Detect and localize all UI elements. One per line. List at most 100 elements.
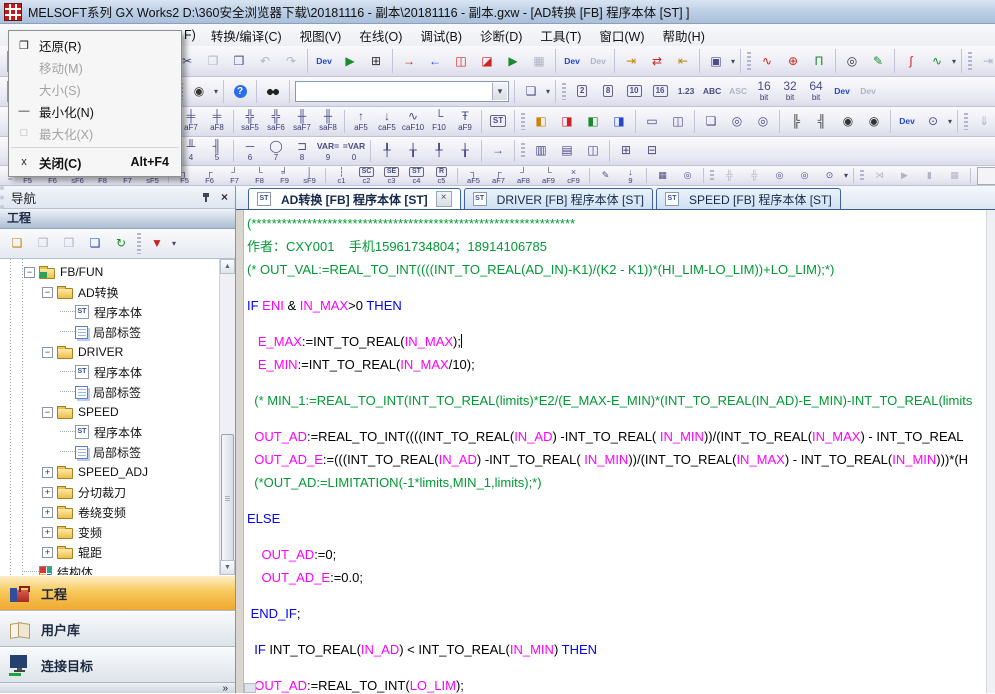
pc-connect-icon[interactable]: ▣	[703, 55, 729, 68]
menu-item-view[interactable]: 视图(V)	[291, 24, 351, 47]
vline-icon[interactable]: │sF9	[297, 168, 322, 184]
dropdown-arrow-icon[interactable]: ▾	[492, 83, 507, 100]
nav-button-user-library[interactable]: 用户库	[0, 611, 235, 647]
edit-block1-icon[interactable]: ▭	[639, 115, 665, 128]
wizard2-icon[interactable]: ╣	[809, 115, 835, 128]
data-info-icon[interactable]: ❏	[82, 237, 108, 250]
display-ascii-icon[interactable]: ASC	[725, 85, 751, 98]
pulse-close-branch-icon[interactable]: ╪aF8	[204, 110, 230, 132]
pulse-trace-icon[interactable]: Π	[806, 55, 832, 68]
list-view2-icon[interactable]: ▤	[554, 144, 580, 157]
close-icon[interactable]: ×	[221, 191, 228, 203]
new-device-icon[interactable]: Dev	[855, 85, 881, 98]
toolbar-grip[interactable]	[137, 233, 141, 253]
io-check-icon[interactable]: ⊞	[363, 55, 389, 68]
find-device2-icon[interactable]: ◎	[750, 115, 776, 128]
display-oct-icon[interactable]: 8	[595, 85, 621, 97]
st-block-icon[interactable]: ST	[485, 115, 511, 127]
list-view1-icon[interactable]: ▥	[528, 144, 554, 157]
sc-block-icon[interactable]: SCc2	[354, 167, 379, 184]
help-icon[interactable]: ?	[227, 85, 253, 98]
time-icon[interactable]: ⊙	[920, 115, 946, 128]
monitor-start-icon[interactable]: ▶	[500, 55, 526, 68]
se-block-icon[interactable]: SEc3	[379, 167, 404, 184]
toolbar-grip[interactable]	[860, 170, 864, 181]
sort-down-icon[interactable]: ↓9	[618, 168, 643, 184]
display-32bit-icon[interactable]: 32bit	[777, 80, 803, 102]
toolbar-grip[interactable]	[964, 113, 968, 130]
menu-item-window[interactable]: 窗口(W)	[590, 24, 653, 47]
sampling-trace2-icon[interactable]: ∿	[924, 55, 950, 68]
ref-loupe1-icon[interactable]: ◎	[767, 171, 792, 180]
editor-vertical-scrollbar[interactable]	[986, 210, 995, 693]
corner4-icon[interactable]: └F8	[247, 168, 272, 184]
corner2-icon[interactable]: ┌F6	[197, 168, 222, 184]
find-in-page-icon[interactable]: ❏	[518, 85, 544, 98]
device-find-icon[interactable]: Dev	[894, 115, 920, 128]
paste-data-icon[interactable]: ❒	[56, 237, 82, 250]
monitor-mode-icon[interactable]: ▶	[337, 55, 363, 68]
device-comment-icon[interactable]: Dev	[311, 55, 337, 68]
tree-item-slitting-cutter[interactable]: +分切裁刀	[0, 482, 220, 502]
device-comment-edit-icon[interactable]: Dev	[829, 85, 855, 98]
r-block-icon[interactable]: Rc5	[429, 167, 454, 184]
tree-item-speed-program[interactable]: ST程序本体	[0, 422, 220, 442]
display-abc-icon[interactable]: ABC	[699, 85, 725, 98]
st-tool4-icon[interactable]: ▦	[942, 171, 967, 180]
toolbar-grip[interactable]	[710, 170, 714, 181]
nav-button-project[interactable]: 工程	[0, 575, 235, 611]
expander-icon[interactable]: +	[42, 467, 53, 478]
wizard1-icon[interactable]: ╠	[783, 115, 809, 128]
tab-ad-conversion[interactable]: STAD转换 [FB] 程序本体 [ST]×	[248, 188, 461, 209]
display-64bit-icon[interactable]: 64bit	[803, 80, 829, 102]
wizard3-icon[interactable]: ◉	[835, 115, 861, 128]
expander-icon[interactable]: −	[24, 267, 35, 278]
ref-loupe2-icon[interactable]: ◎	[792, 171, 817, 180]
contact-5-icon[interactable]: ╢5	[204, 140, 230, 162]
tree-item-roll-gap[interactable]: +辊距	[0, 542, 220, 562]
dropdown-arrow-icon[interactable]: ▾	[212, 87, 220, 96]
display-bin-icon[interactable]: 2	[569, 85, 595, 97]
falling-pair1-icon[interactable]: ╁	[400, 144, 426, 157]
coil-7-icon[interactable]: ◯7	[263, 140, 289, 162]
expander-icon[interactable]: −	[42, 407, 53, 418]
code-area[interactable]: (***************************************…	[247, 212, 987, 693]
falling-icon[interactable]: ↓caF5	[374, 110, 400, 132]
menu-item-diagnostics[interactable]: 诊断(D)	[471, 24, 531, 47]
status-field[interactable]	[977, 167, 995, 185]
remote-operation-icon[interactable]: ◪	[474, 55, 500, 68]
find-icon[interactable]	[260, 85, 286, 97]
sampling-trace1-icon[interactable]: ∫	[898, 55, 924, 68]
assign-var-icon[interactable]: =VAR0	[341, 140, 367, 162]
menu-item-convert-compile[interactable]: 转换/编译(C)	[202, 24, 291, 47]
block-8-icon[interactable]: ⊐8	[289, 140, 315, 162]
expand-all-icon[interactable]: ⊞	[613, 144, 639, 157]
watch-stop-icon[interactable]: ⇤	[670, 55, 696, 68]
corner3-icon[interactable]: ┘F7	[222, 168, 247, 184]
system-menu-restore[interactable]: ❐还原(R)	[9, 34, 181, 56]
device-loupe-icon[interactable]: ◎	[675, 171, 700, 180]
zoom-icon[interactable]: ◉	[186, 85, 212, 98]
read-from-plc-icon[interactable]: ←	[422, 55, 448, 68]
comment-c1-icon[interactable]: ┆c1	[329, 168, 354, 184]
tab-close-icon[interactable]: ×	[436, 191, 452, 207]
doc-generation-icon[interactable]: ❏	[698, 115, 724, 128]
npulse-close-icon[interactable]: ╬saF6	[263, 110, 289, 132]
device-monitor2-icon[interactable]: Dev	[585, 55, 611, 68]
inline-st1-icon[interactable]: ◧	[528, 115, 554, 128]
tree-item-vfd[interactable]: +变频	[0, 522, 220, 542]
tree-item-speed[interactable]: −SPEED	[0, 402, 220, 422]
find-device1-icon[interactable]: ◎	[724, 115, 750, 128]
display-real-icon[interactable]: 1.23	[673, 85, 699, 98]
expander-icon[interactable]: +	[42, 507, 53, 518]
sort-filter-icon[interactable]: ▼	[144, 237, 170, 250]
expander-icon[interactable]: +	[42, 487, 53, 498]
arc2-icon[interactable]: ┌aF7	[486, 168, 511, 184]
trace-setting-icon[interactable]: ∿	[754, 55, 780, 68]
toolbar-grip[interactable]	[521, 143, 525, 159]
scroll-down-icon[interactable]	[220, 560, 235, 575]
app-icon[interactable]	[4, 3, 22, 21]
tab-speed[interactable]: STSPEED [FB] 程序本体 [ST]	[656, 188, 841, 209]
block-down-icon[interactable]: ⇓	[971, 115, 995, 128]
var-assign-icon[interactable]: VAR=9	[315, 140, 341, 162]
